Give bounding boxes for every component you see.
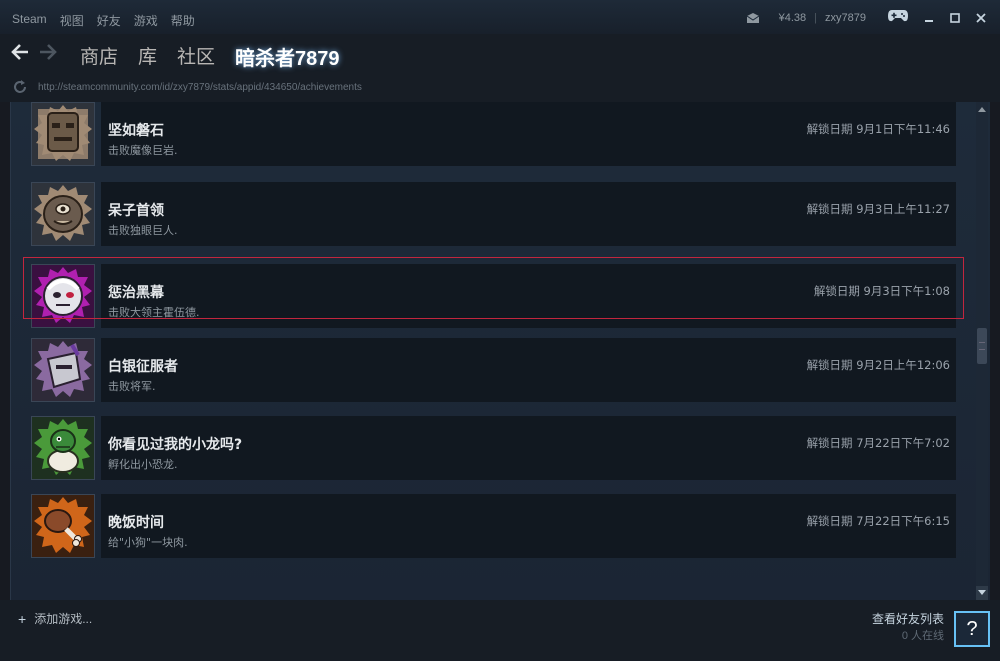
achievement-info: 晚饭时间 给"小狗"一块肉. 解锁日期 7月22日下午6:15 — [101, 494, 956, 558]
close-icon[interactable] — [974, 11, 988, 25]
nav-library[interactable]: 库 — [138, 42, 157, 71]
scroll-down-icon[interactable] — [976, 586, 988, 600]
achievements-panel: 坚如磐石 击败魔像巨岩. 解锁日期 9月1日下午11:46 呆子首领 击败独眼巨 — [10, 102, 990, 600]
achievement-title: 坚如磐石 — [108, 123, 164, 139]
achievement-description: 击败魔像巨岩. — [108, 144, 178, 157]
achievement-row-selected[interactable]: 惩治黑幕 击败大领主霍伍德. 解锁日期 9月3日下午1:08 — [23, 257, 964, 328]
url-text[interactable]: http://steamcommunity.com/id/zxy7879/sta… — [38, 82, 362, 93]
unlock-date: 解锁日期 9月3日上午11:27 — [806, 202, 950, 216]
baby-dragon-icon — [31, 416, 95, 480]
achievement-title: 你看见过我的小龙吗? — [108, 437, 243, 453]
notifications-icon[interactable] — [746, 12, 759, 23]
menu-help[interactable]: 帮助 — [171, 12, 195, 29]
nav-bar: 商店 库 社区 暗杀者7879 — [0, 34, 1000, 74]
achievement-info: 白银征服者 击败将军. 解锁日期 9月2日上午12:06 — [101, 338, 956, 402]
minimize-icon[interactable] — [922, 11, 936, 25]
url-bar: http://steamcommunity.com/id/zxy7879/sta… — [0, 74, 1000, 102]
armored-general-icon — [31, 338, 95, 402]
scrollbar-thumb[interactable] — [977, 328, 987, 364]
big-picture-icon[interactable] — [888, 10, 908, 25]
nav-links: 商店 库 社区 暗杀者7879 — [80, 42, 340, 71]
unlock-date: 解锁日期 9月1日下午11:46 — [806, 122, 950, 136]
achievement-description: 击败将军. — [108, 380, 156, 393]
back-arrow-icon[interactable] — [10, 42, 30, 62]
achievement-row: 晚饭时间 给"小狗"一块肉. 解锁日期 7月22日下午6:15 — [31, 494, 956, 558]
achievement-description: 击败独眼巨人. — [108, 224, 178, 237]
nav-arrows — [10, 42, 58, 62]
wallet-balance[interactable]: ¥4.38 — [779, 12, 807, 24]
meat-leg-icon — [31, 494, 95, 558]
title-bar-right: ¥4.38 | zxy7879 — [746, 10, 988, 25]
nav-community[interactable]: 社区 — [177, 42, 215, 71]
achievement-row: 坚如磐石 击败魔像巨岩. 解锁日期 9月1日下午11:46 — [31, 102, 956, 166]
scrollbar[interactable] — [976, 102, 988, 600]
achievement-title: 呆子首领 — [108, 203, 164, 219]
achievement-description: 给"小狗"一块肉. — [108, 536, 188, 549]
nav-store[interactable]: 商店 — [80, 42, 118, 71]
menu-friends[interactable]: 好友 — [97, 12, 121, 29]
unlock-date: 解锁日期 7月22日下午6:15 — [806, 514, 950, 528]
friends-list-label: 查看好友列表 — [871, 612, 944, 626]
achievement-info: 惩治黑幕 击败大领主霍伍德. 解锁日期 9月3日下午1:08 — [101, 264, 956, 328]
scroll-up-icon[interactable] — [976, 102, 988, 116]
grip-icon — [979, 342, 985, 350]
achievement-row: 呆子首领 击败独眼巨人. 解锁日期 9月3日上午11:27 — [31, 182, 956, 246]
plus-icon: + — [18, 610, 27, 627]
nav-profile[interactable]: 暗杀者7879 — [235, 42, 340, 71]
forward-arrow-icon[interactable] — [38, 42, 58, 62]
unlock-date: 解锁日期 9月3日下午1:08 — [813, 284, 950, 298]
unlock-date: 解锁日期 9月2日上午12:06 — [806, 358, 950, 372]
friends-online-count: 0 人在线 — [901, 630, 944, 642]
achievement-info: 你看见过我的小龙吗? 孵化出小恐龙. 解锁日期 7月22日下午7:02 — [101, 416, 956, 480]
separator: | — [814, 11, 818, 24]
achievement-title: 惩治黑幕 — [108, 285, 164, 301]
menu-view[interactable]: 视图 — [60, 12, 84, 29]
overlord-icon — [31, 264, 95, 328]
add-game-label: 添加游戏... — [34, 612, 93, 626]
achievement-row: 你看见过我的小龙吗? 孵化出小恐龙. 解锁日期 7月22日下午7:02 — [31, 416, 956, 480]
achievement-title: 晚饭时间 — [108, 515, 164, 531]
cyclops-icon — [31, 182, 95, 246]
help-button[interactable]: ? — [954, 611, 990, 647]
menu-steam[interactable]: Steam — [12, 12, 47, 29]
maximize-icon[interactable] — [948, 11, 962, 25]
add-game-button[interactable]: + 添加游戏... — [18, 610, 92, 627]
achievement-description: 击败大领主霍伍德. — [108, 306, 200, 319]
achievement-row: 白银征服者 击败将军. 解锁日期 9月2日上午12:06 — [31, 338, 956, 402]
achievement-list: 坚如磐石 击败魔像巨岩. 解锁日期 9月1日下午11:46 呆子首领 击败独眼巨 — [11, 102, 966, 600]
achievement-description: 孵化出小恐龙. — [108, 458, 178, 471]
achievement-info: 呆子首领 击败独眼巨人. 解锁日期 9月3日上午11:27 — [101, 182, 956, 246]
menu-games[interactable]: 游戏 — [134, 12, 158, 29]
achievement-title: 白银征服者 — [108, 359, 178, 375]
account-name[interactable]: zxy7879 — [825, 12, 866, 24]
bottom-bar: + 添加游戏... 查看好友列表 0 人在线 ? — [0, 600, 1000, 661]
title-bar: Steam 视图 好友 游戏 帮助 ¥4.38 | zxy7879 — [0, 0, 1000, 34]
refresh-icon[interactable] — [12, 79, 28, 95]
stone-golem-icon — [31, 102, 95, 166]
achievement-info: 坚如磐石 击败魔像巨岩. 解锁日期 9月1日下午11:46 — [101, 102, 956, 166]
unlock-date: 解锁日期 7月22日下午7:02 — [806, 436, 950, 450]
friends-list-button[interactable]: 查看好友列表 0 人在线 — [872, 610, 944, 643]
menu-bar: Steam 视图 好友 游戏 帮助 — [12, 12, 195, 29]
